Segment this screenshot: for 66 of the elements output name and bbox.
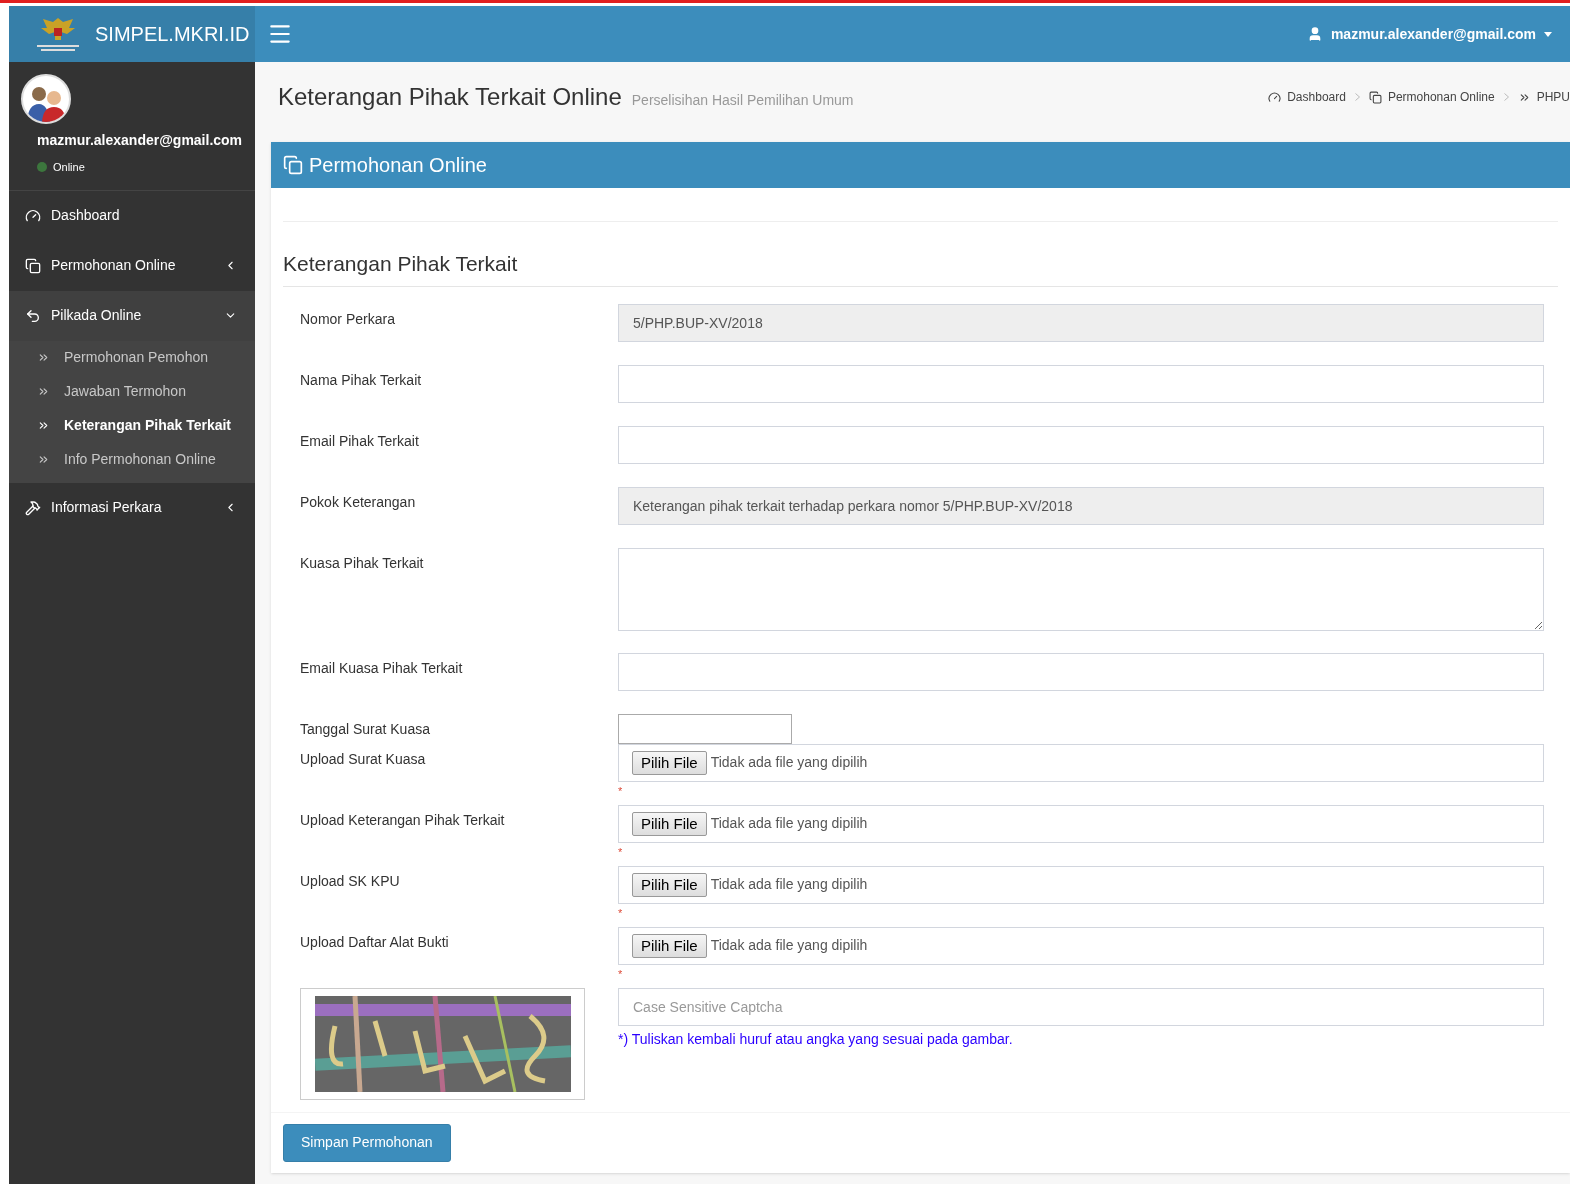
choose-file-button[interactable]: Pilih File [632,933,707,958]
choose-file-button[interactable]: Pilih File [632,811,707,836]
page-title: Keterangan Pihak Terkait Online [278,82,622,112]
user-silhouette-icon [26,84,66,122]
double-chevron-icon [37,453,50,466]
text-field[interactable] [618,652,1544,691]
page-subtitle: Perselisihan Hasil Pemilihan Umum [631,90,854,110]
copy-icon [1368,90,1382,104]
field-label: Email Pihak Terkait [300,432,419,449]
file-status: Tidak ada file yang dipilih [710,814,868,833]
field-label: Email Kuasa Pihak Terkait [300,659,463,676]
captcha-field[interactable]: Case Sensitive Captcha [618,987,1544,1026]
required-mark: * [618,907,623,919]
field-label: Nomor Perkara [300,310,395,327]
file-status: Tidak ada file yang dipilih [710,753,868,772]
file-status: Tidak ada file yang dipilih [710,936,868,955]
file-field[interactable]: Pilih File Tidak ada file yang dipilih [618,743,1544,782]
file-field[interactable]: Pilih File Tidak ada file yang dipilih [618,865,1544,904]
text-field[interactable] [618,425,1544,464]
dashboard-icon [1268,90,1282,104]
field-label: Upload Keterangan Pihak Terkait [300,811,505,828]
required-mark: * [618,846,623,858]
submenu-item[interactable]: Permohonan Pemohon [9,340,255,375]
submenu-item[interactable]: Jawaban Termohon [9,374,255,409]
required-mark: * [618,785,623,797]
file-field[interactable]: Pilih File Tidak ada file yang dipilih [618,804,1544,843]
field-label: Tanggal Surat Kuasa [300,720,430,737]
field-label: Upload Surat Kuasa [300,750,426,767]
copy-icon [25,257,41,274]
field-label: Nama Pihak Terkait [300,371,422,388]
breadcrumb-link[interactable]: Dashboard [1287,88,1346,106]
card-title: Permohonan Online [309,153,487,178]
double-chevron-icon [37,419,50,432]
section-title: Keterangan Pihak Terkait [283,248,1558,287]
file-status: Tidak ada file yang dipilih [710,875,868,894]
user-menu[interactable]: mazmur.alexander@gmail.com [1306,23,1558,45]
field-label: Upload SK KPU [300,872,400,889]
text-field[interactable] [618,364,1544,403]
copy-icon [283,155,303,175]
user-email: mazmur.alexander@gmail.com [36,131,243,150]
breadcrumb-link[interactable]: PHPU [1536,88,1570,106]
online-status: Online [53,160,85,175]
captcha-hint: *) Tuliskan kembali huruf atau angka yang sesuai pada gambar. [618,1029,1014,1049]
double-chevron-icon [37,385,50,398]
breadcrumb-link[interactable]: Permohonan Online [1387,88,1495,106]
reply-arrow-icon [25,307,41,324]
textarea-field[interactable] [618,547,1544,631]
file-field[interactable]: Pilih File Tidak ada file yang dipilih [618,926,1544,965]
field-label: Upload Daftar Alat Bukti [300,933,449,950]
dashboard-icon [25,207,41,224]
double-chevron-icon [37,351,50,364]
save-button[interactable]: Simpan Permohonan [283,1123,451,1162]
sidebar-menu-item[interactable]: Pilkada Online [9,290,255,341]
chevron-right-icon [1354,93,1360,101]
submenu-item[interactable]: Info Permohonan Online [9,442,255,477]
caret-icon [1544,31,1552,37]
date-field[interactable] [618,713,792,744]
choose-file-button[interactable]: Pilih File [632,750,707,775]
chevron-right-icon [1503,93,1509,101]
field-label: Pokok Keterangan [300,493,416,510]
submenu-item[interactable]: Keterangan Pihak Terkait [9,408,255,443]
required-mark: * [618,968,623,980]
choose-file-button[interactable]: Pilih File [632,872,707,897]
hammer-icon [25,499,41,516]
field-label: Kuasa Pihak Terkait [300,554,424,571]
brand-name: SIMPEL.MKRI.ID [95,22,250,47]
